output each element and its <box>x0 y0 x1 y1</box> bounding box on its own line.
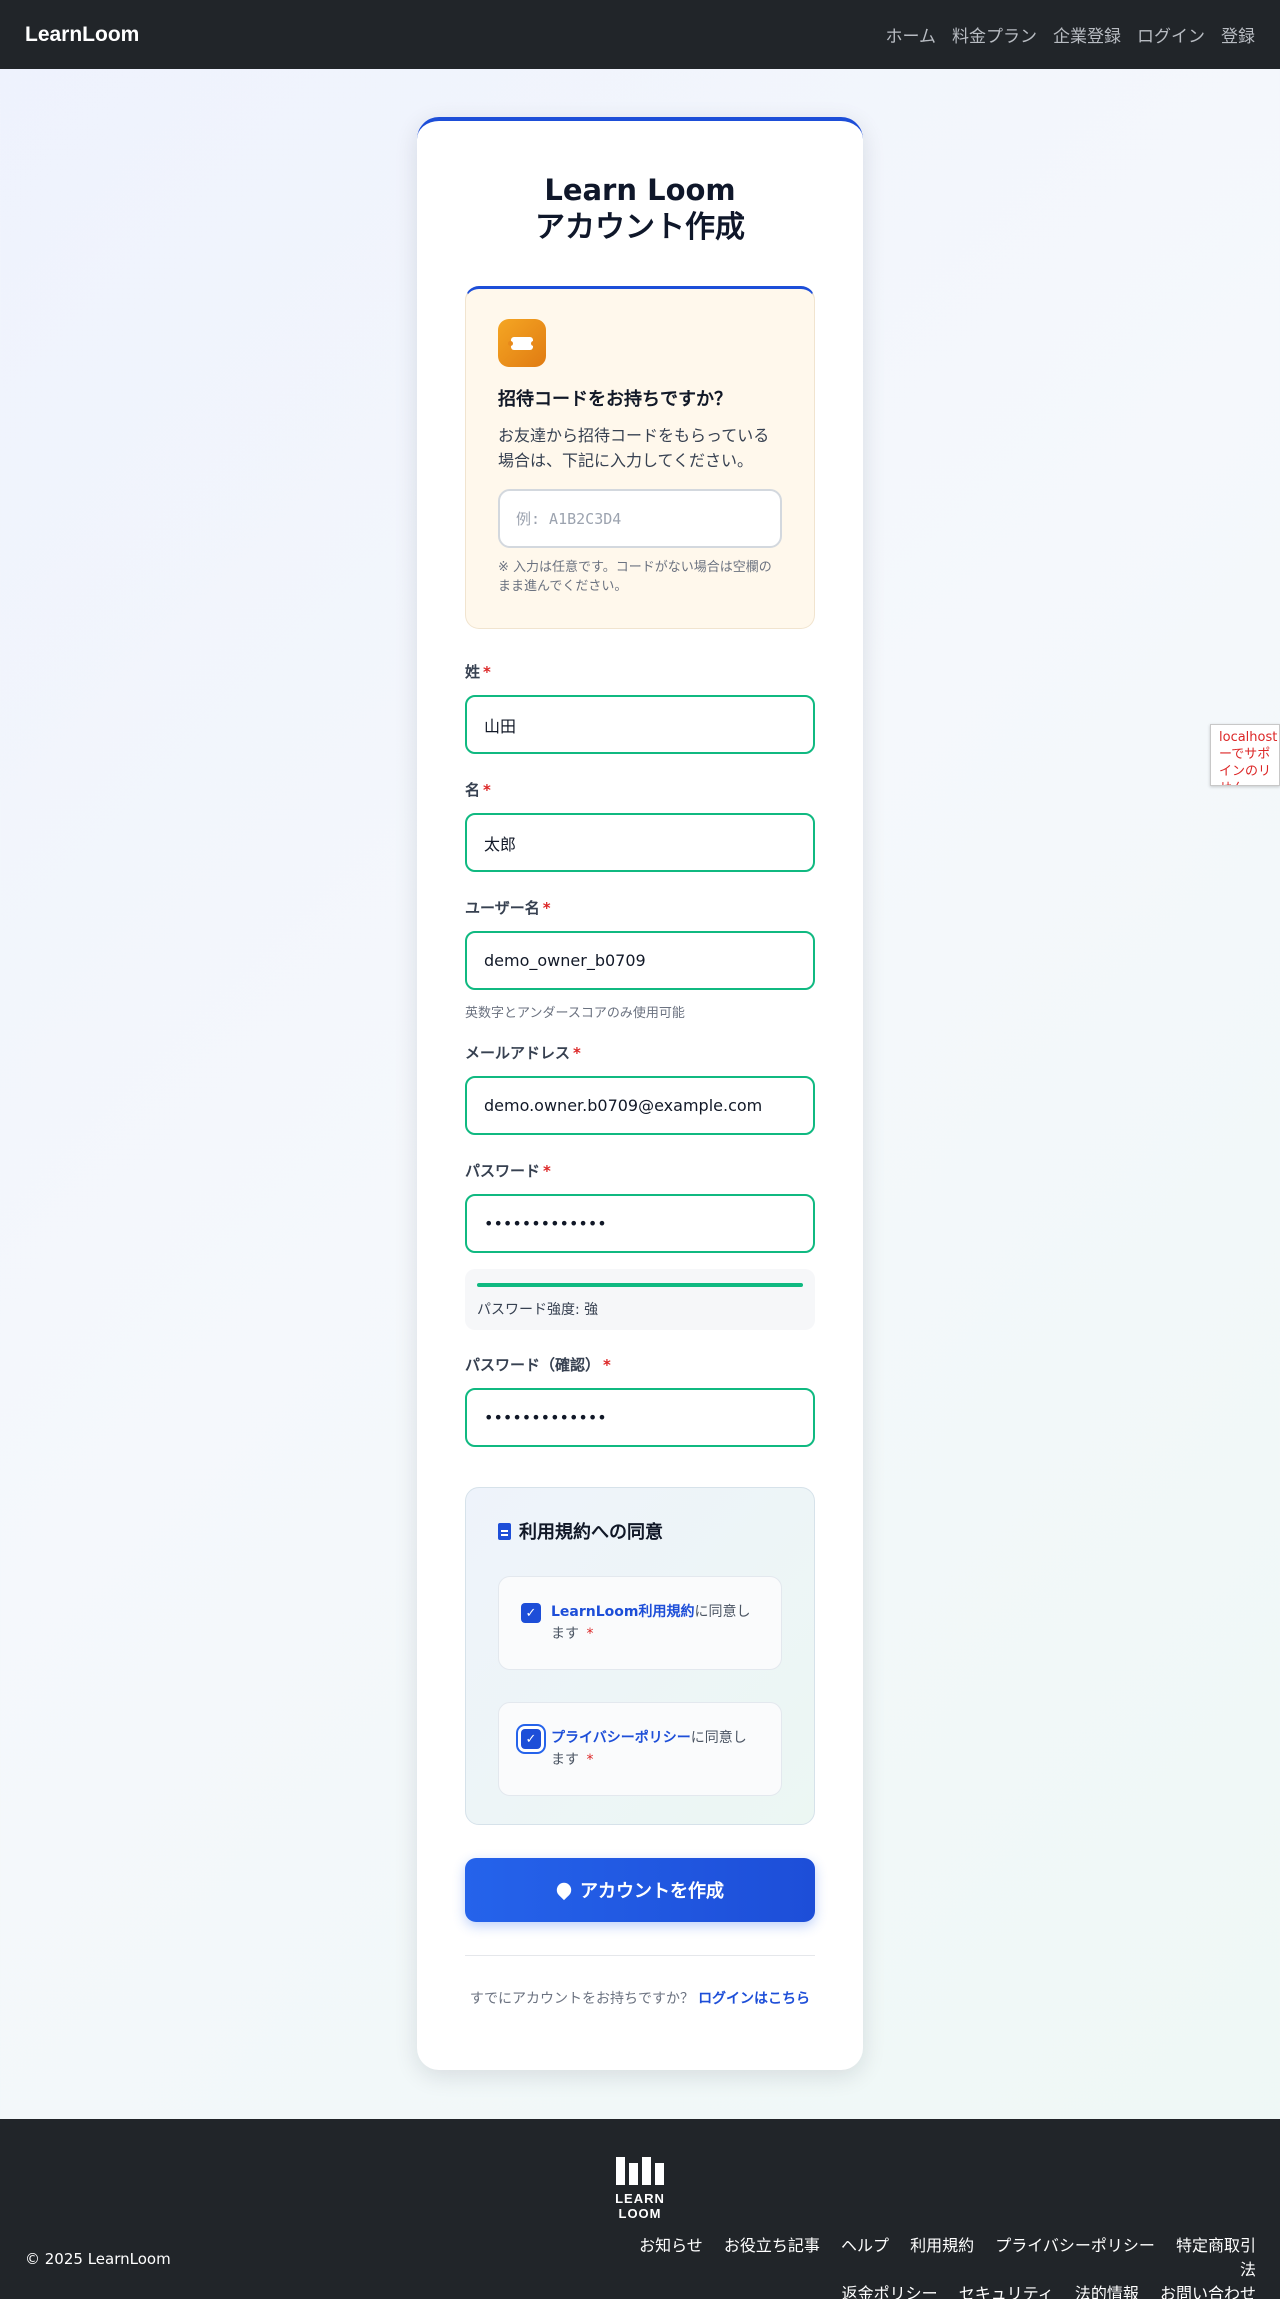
footer-links: お知らせ お役立ち記事 ヘルプ 利用規約 プライバシーポリシー 特定商取引法 返… <box>616 2234 1256 2299</box>
privacy-checkbox[interactable]: ✓ <box>521 1729 541 1749</box>
invite-code-input[interactable] <box>498 489 782 548</box>
first-name-field: 名 * <box>465 779 815 872</box>
divider <box>465 1955 815 1956</box>
email-label: メールアドレス * <box>465 1044 581 1062</box>
password-strength: パスワード強度: 強 <box>465 1269 815 1330</box>
invite-note: ※ 入力は任意です。コードがない場合は空欄のまま進んでください。 <box>498 560 772 594</box>
footer: LEARN LOOM © 2025 LearnLoom お知らせ お役立ち記事 … <box>0 2119 1280 2299</box>
last-name-label: 姓 * <box>465 663 491 681</box>
footer-link-terms[interactable]: 利用規約 <box>910 2236 974 2255</box>
loom-logo-icon <box>592 2155 688 2185</box>
create-account-label: アカウントを作成 <box>580 1881 724 1902</box>
footer-link-legal[interactable]: 法的情報 <box>1075 2284 1139 2299</box>
login-prompt: すでにアカウントをお持ちですか？ ログインはこちら <box>469 1991 811 2007</box>
privacy-agree-row[interactable]: ✓ プライバシーポリシーに同意します * <box>498 1702 782 1796</box>
side-notice-text: localhost ーでサポ インのリ せん <box>1219 730 1278 785</box>
terms-agree-row[interactable]: ✓ LearnLoom利用規約に同意します * <box>498 1576 782 1670</box>
login-link[interactable]: ログインはこちら <box>698 1991 810 2007</box>
username-hint: 英数字とアンダースコアのみ使用可能 <box>465 1006 685 1021</box>
password-input[interactable] <box>465 1194 815 1253</box>
nav-links: ホーム 料金プラン 企業登録 ログイン 登録 <box>886 22 1256 47</box>
footer-link-privacy[interactable]: プライバシーポリシー <box>995 2236 1155 2255</box>
first-name-input[interactable] <box>465 813 815 872</box>
last-name-field: 姓 * <box>465 661 815 754</box>
invite-heading: 招待コードをお持ちですか？ <box>498 389 732 410</box>
password-confirm-label: パスワード（確認） * <box>465 1356 611 1374</box>
password-confirm-field: パスワード（確認） * <box>465 1354 815 1447</box>
last-name-input[interactable] <box>465 695 815 754</box>
username-label: ユーザー名 * <box>465 899 551 917</box>
password-strength-label: パスワード強度: 強 <box>477 1302 599 1318</box>
footer-link-security[interactable]: セキュリティ <box>959 2284 1054 2299</box>
footer-logo[interactable]: LEARN LOOM <box>592 2155 688 2221</box>
footer-link-news[interactable]: お知らせ <box>639 2236 703 2255</box>
nav-login[interactable]: ログイン <box>1137 22 1205 47</box>
title-heading: アカウント作成 <box>535 210 745 245</box>
terms-link[interactable]: LearnLoom利用規約 <box>551 1604 694 1620</box>
side-notice-tab[interactable]: localhost ーでサポ インのリ せん <box>1210 724 1280 786</box>
username-input[interactable] <box>465 931 815 990</box>
email-input[interactable] <box>465 1076 815 1135</box>
ticket-icon <box>498 319 546 367</box>
page-title: Learn Loom アカウント作成 <box>417 171 863 247</box>
rocket-icon <box>553 1879 575 1901</box>
terms-panel: 利用規約への同意 ✓ LearnLoom利用規約に同意します * ✓ プライバシ… <box>465 1487 815 1825</box>
password-strength-bar <box>477 1283 803 1287</box>
privacy-agree-text: プライバシーポリシーに同意します * <box>551 1730 747 1768</box>
invite-description: お友達から招待コードをもらっている場合は、下記に入力してください。 <box>498 426 770 470</box>
nav-company-signup[interactable]: 企業登録 <box>1053 22 1121 47</box>
footer-link-refund[interactable]: 返金ポリシー <box>842 2284 938 2299</box>
create-account-button[interactable]: アカウントを作成 <box>465 1858 815 1922</box>
top-navbar: LearnLoom ホーム 料金プラン 企業登録 ログイン 登録 <box>0 0 1280 69</box>
brand-logo[interactable]: LearnLoom <box>25 23 139 47</box>
signup-card: Learn Loom アカウント作成 招待コードをお持ちですか？ お友達から招待… <box>417 117 863 2070</box>
first-name-label: 名 * <box>465 781 491 799</box>
nav-register[interactable]: 登録 <box>1221 22 1255 47</box>
footer-link-commerce[interactable]: 特定商取引法 <box>1176 2236 1256 2279</box>
password-field: パスワード * <box>465 1160 815 1253</box>
username-field: ユーザー名* 英数字とアンダースコアのみ使用可能 <box>465 897 815 1021</box>
invite-code-panel: 招待コードをお持ちですか？ お友達から招待コードをもらっている場合は、下記に入力… <box>465 286 815 629</box>
nav-pricing[interactable]: 料金プラン <box>952 22 1037 47</box>
footer-link-contact[interactable]: お問い合わせ <box>1160 2284 1256 2299</box>
copyright: © 2025 LearnLoom <box>25 2250 171 2268</box>
document-icon <box>498 1522 511 1540</box>
password-confirm-input[interactable] <box>465 1388 815 1447</box>
footer-logo-text: LEARN LOOM <box>615 2191 665 2221</box>
title-brand: Learn Loom <box>544 173 736 207</box>
email-field: メールアドレス * <box>465 1042 815 1135</box>
footer-link-help[interactable]: ヘルプ <box>841 2236 889 2255</box>
privacy-link[interactable]: プライバシーポリシー <box>551 1730 691 1746</box>
password-label: パスワード * <box>465 1162 551 1180</box>
terms-checkbox[interactable]: ✓ <box>521 1603 541 1623</box>
terms-heading: 利用規約への同意 <box>498 1518 782 1544</box>
footer-link-articles[interactable]: お役立ち記事 <box>724 2236 820 2255</box>
nav-home[interactable]: ホーム <box>886 22 937 47</box>
terms-agree-text: LearnLoom利用規約に同意します * <box>551 1604 751 1642</box>
